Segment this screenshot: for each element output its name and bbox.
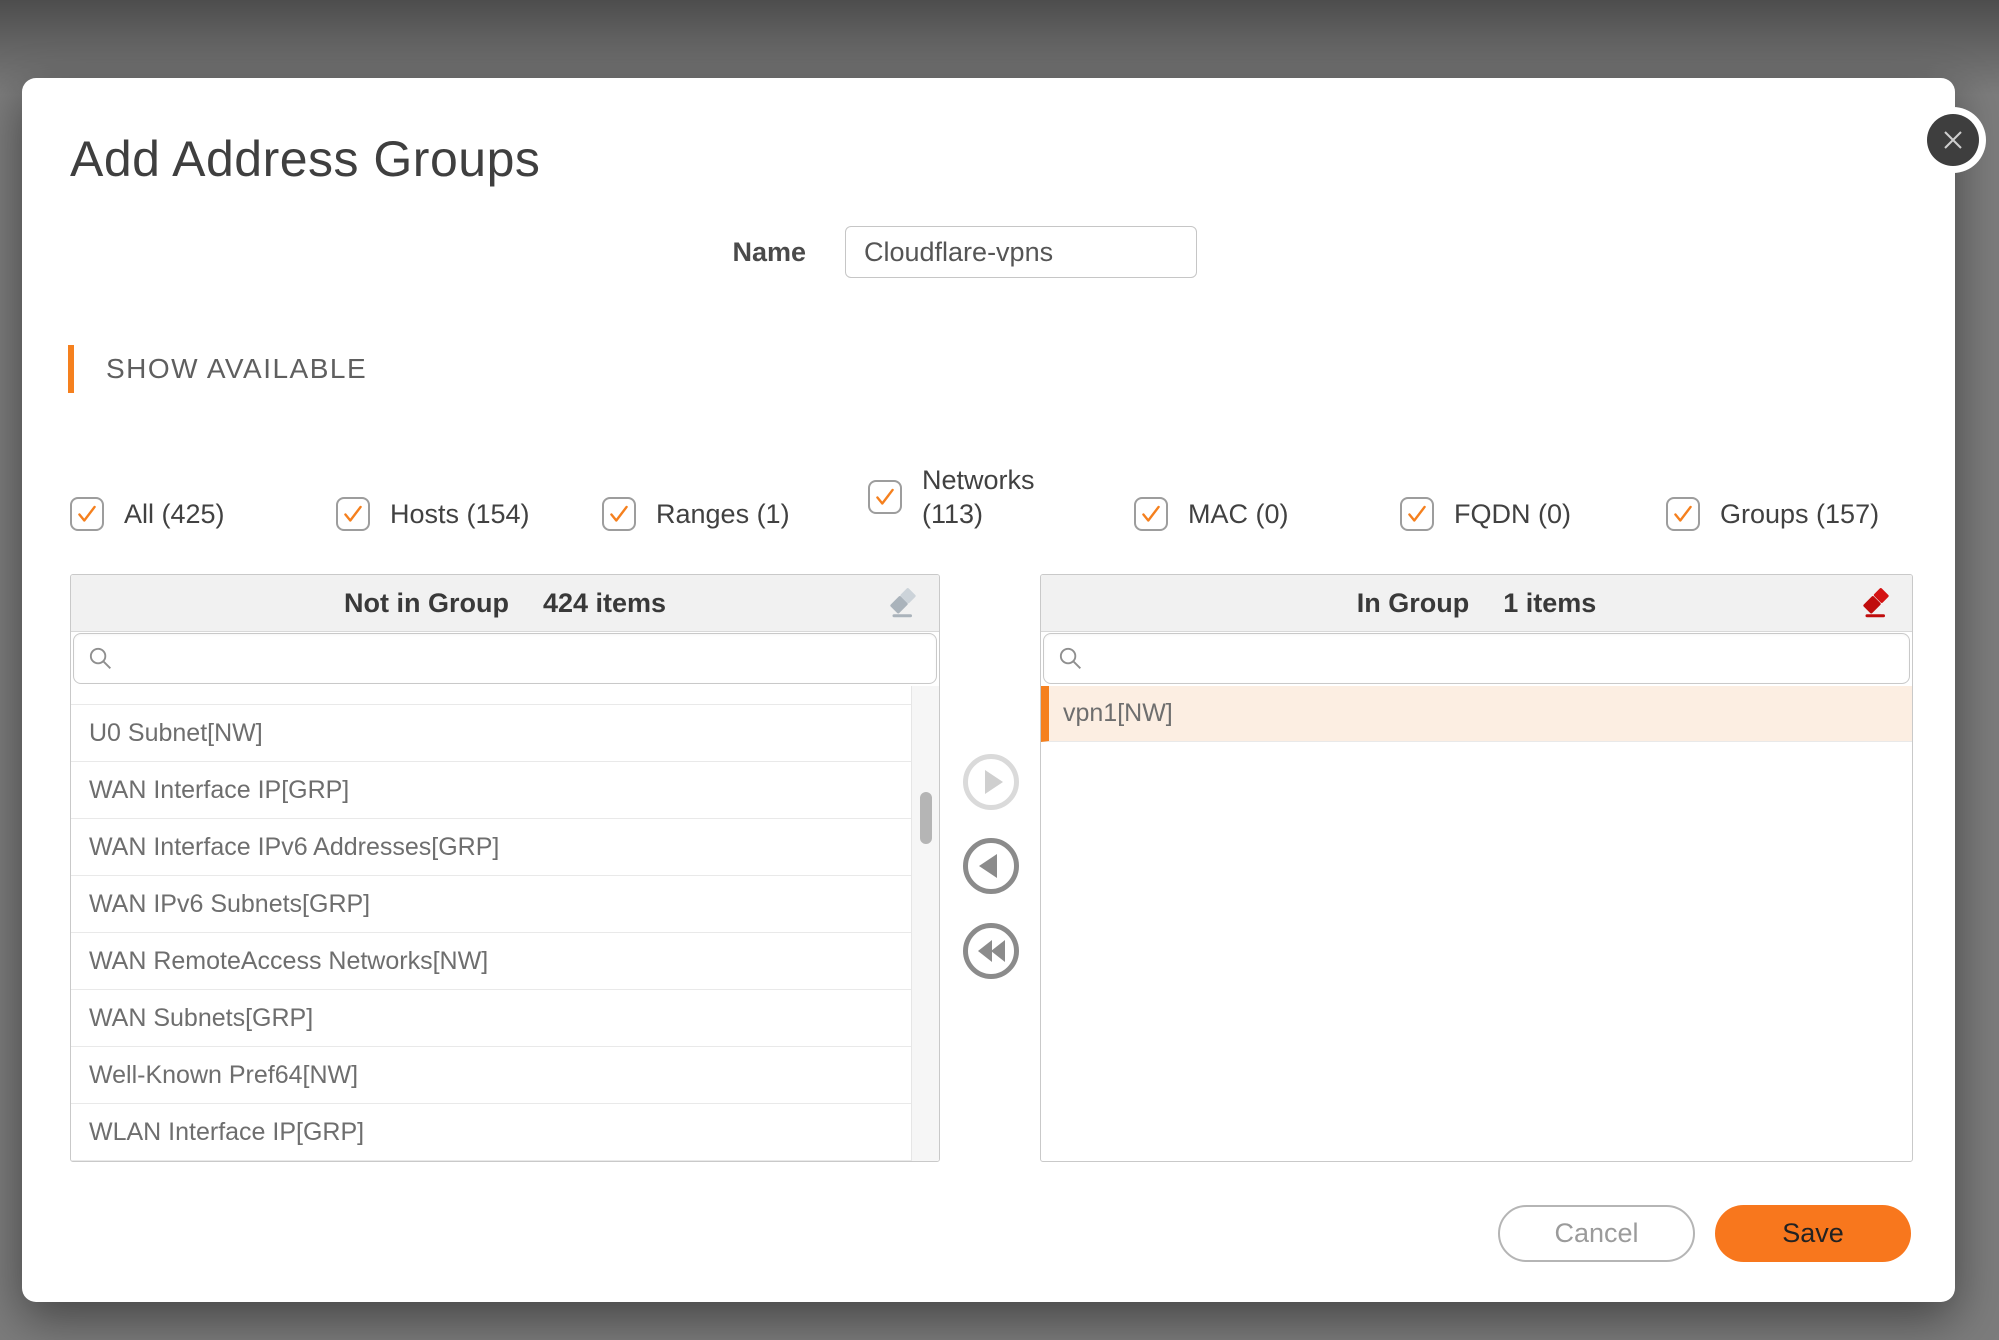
section-title: SHOW AVAILABLE bbox=[106, 353, 368, 384]
checkbox-checked-icon[interactable] bbox=[70, 497, 104, 531]
section-accent-bar bbox=[68, 345, 74, 393]
in-group-title: In Group bbox=[1356, 587, 1470, 618]
name-field-row: Name bbox=[22, 226, 1955, 278]
move-left-button[interactable] bbox=[962, 837, 1020, 895]
type-filter[interactable]: FQDN (0) bbox=[1400, 497, 1666, 531]
checkbox-checked-icon[interactable] bbox=[602, 497, 636, 531]
in-group-search-row bbox=[1041, 632, 1912, 687]
clear-group-icon[interactable] bbox=[1858, 585, 1894, 621]
list-item[interactable]: vpn1[NW] bbox=[1041, 686, 1912, 742]
close-button[interactable] bbox=[1927, 114, 1979, 166]
list-item[interactable]: WLAN Interface IP[GRP] bbox=[71, 1104, 912, 1161]
filter-label: Groups (157) bbox=[1720, 499, 1880, 529]
list-item[interactable]: Well-Known Pref64[NW] bbox=[71, 1047, 912, 1104]
type-filter[interactable]: All (425) bbox=[70, 497, 336, 531]
checkbox-checked-icon[interactable] bbox=[1134, 497, 1168, 531]
arrow-left-icon bbox=[963, 838, 1019, 894]
checkbox-checked-icon[interactable] bbox=[1666, 497, 1700, 531]
list-item[interactable]: U0 Subnet[NW] bbox=[71, 705, 912, 762]
name-input[interactable] bbox=[845, 226, 1197, 278]
close-icon bbox=[1944, 131, 1962, 149]
move-all-left-button[interactable] bbox=[962, 922, 1020, 980]
double-arrow-left-icon bbox=[963, 923, 1019, 979]
arrow-right-icon bbox=[963, 754, 1019, 810]
list-item[interactable]: WAN Interface IPv6 Addresses[GRP] bbox=[71, 819, 912, 876]
move-right-button[interactable] bbox=[962, 753, 1020, 811]
cancel-button[interactable]: Cancel bbox=[1498, 1205, 1695, 1262]
in-group-list: vpn1[NW] bbox=[1041, 686, 1912, 1161]
dialog-title: Add Address Groups bbox=[70, 131, 541, 187]
type-filter[interactable]: Hosts (154) bbox=[336, 497, 602, 531]
name-label: Name bbox=[732, 236, 806, 267]
not-in-group-title: Not in Group bbox=[343, 587, 509, 618]
in-group-header: In Group 1 items bbox=[1041, 575, 1912, 632]
type-filter[interactable]: Groups (157) bbox=[1666, 497, 1879, 531]
in-group-search-input[interactable] bbox=[1043, 633, 1910, 684]
not-in-group-list: U0 Subnet[NW] WAN Interface IP[GRP] WAN … bbox=[71, 686, 912, 1161]
filter-label: All (425) bbox=[124, 499, 225, 529]
filter-label: Networks (113) bbox=[922, 465, 1035, 529]
show-available-section: SHOW AVAILABLE bbox=[68, 344, 367, 394]
filter-label: FQDN (0) bbox=[1454, 499, 1571, 529]
list-item[interactable]: WAN Subnets[GRP] bbox=[71, 990, 912, 1047]
save-button[interactable]: Save bbox=[1715, 1205, 1911, 1262]
not-in-group-search-row bbox=[71, 632, 939, 687]
clear-selection-icon[interactable] bbox=[885, 585, 921, 621]
in-group-panel: In Group 1 items vpn1[NW] bbox=[1040, 574, 1913, 1162]
not-in-group-count: 424 items bbox=[542, 587, 667, 618]
list-item[interactable]: WAN RemoteAccess Networks[NW] bbox=[71, 933, 912, 990]
checkbox-checked-icon[interactable] bbox=[1400, 497, 1434, 531]
list-item[interactable]: WAN Interface IP[GRP] bbox=[71, 762, 912, 819]
not-in-group-header: Not in Group 424 items bbox=[71, 575, 939, 632]
filter-label: Ranges (1) bbox=[656, 499, 790, 529]
type-filter[interactable]: Networks (113) bbox=[868, 463, 1134, 531]
scrollbar-thumb[interactable] bbox=[919, 792, 932, 844]
in-group-count: 1 items bbox=[1503, 587, 1597, 618]
filter-label: Hosts (154) bbox=[390, 499, 530, 529]
type-filter[interactable]: MAC (0) bbox=[1134, 497, 1400, 531]
checkbox-checked-icon[interactable] bbox=[868, 480, 902, 514]
filter-label: MAC (0) bbox=[1188, 499, 1289, 529]
scrollbar-track[interactable] bbox=[911, 686, 939, 1161]
list-item[interactable]: WAN IPv6 Subnets[GRP] bbox=[71, 876, 912, 933]
type-filter-row: All (425) Hosts (154) Ranges (1) Network… bbox=[70, 440, 1915, 531]
not-in-group-panel: Not in Group 424 items U0 Subnet[NW] WAN… bbox=[70, 574, 940, 1162]
not-in-group-search-input[interactable] bbox=[73, 633, 937, 684]
add-address-groups-dialog: Add Address Groups Name SHOW AVAILABLE A… bbox=[22, 78, 1979, 1302]
checkbox-checked-icon[interactable] bbox=[336, 497, 370, 531]
type-filter[interactable]: Ranges (1) bbox=[602, 497, 868, 531]
